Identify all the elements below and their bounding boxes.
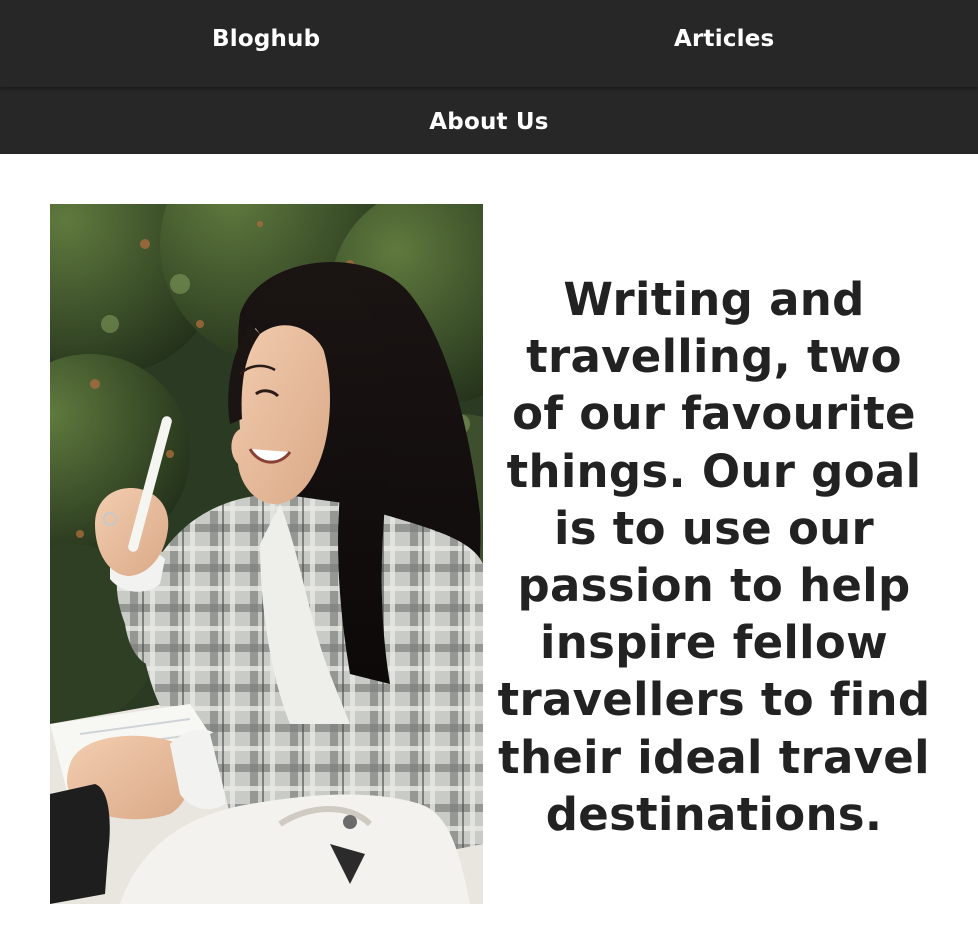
woman-writing-photo (50, 204, 483, 904)
site-header: Bloghub Articles About Us (0, 0, 978, 154)
navbar-top-row: Bloghub Articles (0, 0, 978, 87)
hero-section: Writing and travelling, two of our favou… (0, 154, 978, 940)
navbar-bottom-row: About Us (0, 87, 978, 154)
hero-tagline: Writing and travelling, two of our favou… (497, 273, 931, 841)
nav-link-articles[interactable]: Articles (674, 26, 774, 52)
brand-logo-link[interactable]: Bloghub (212, 26, 320, 52)
photo-illustration (50, 204, 483, 904)
nav-link-about-us[interactable]: About Us (429, 109, 548, 135)
